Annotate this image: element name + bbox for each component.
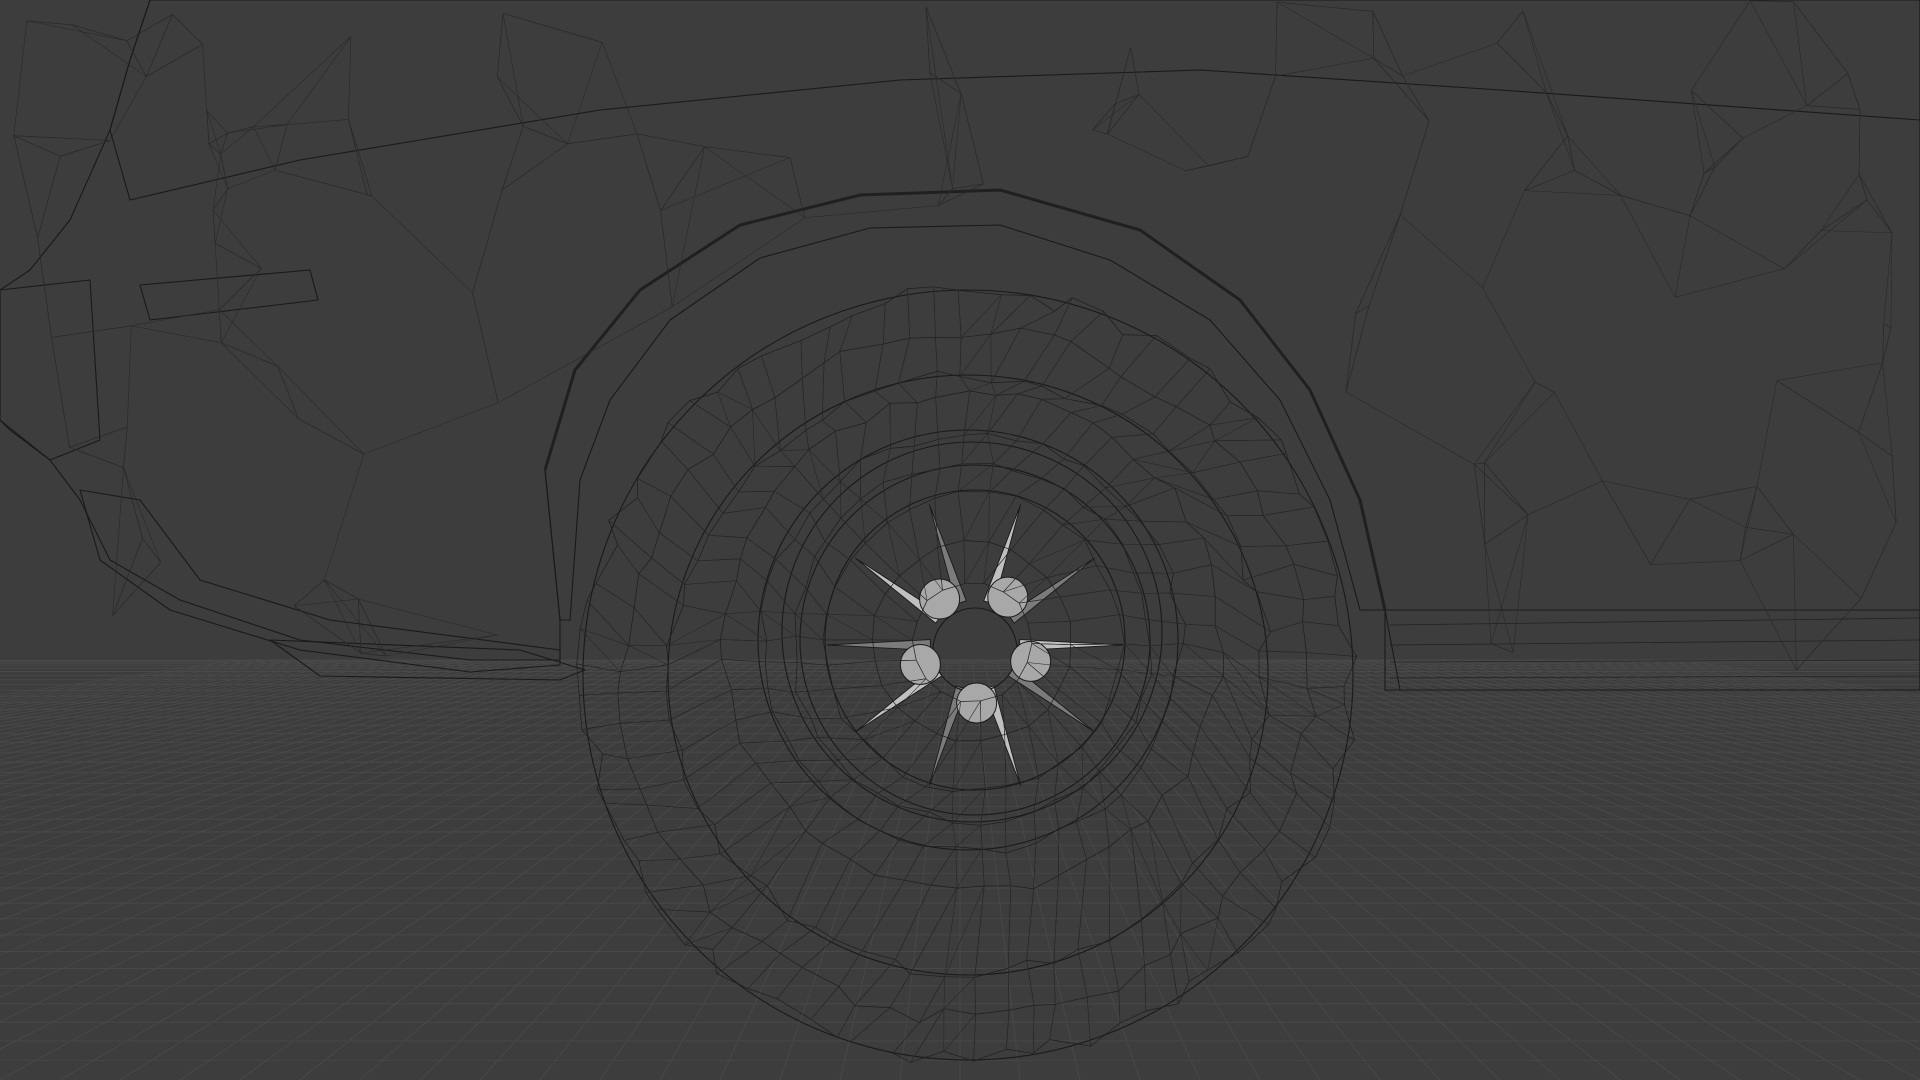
lug-nut: [987, 576, 1029, 618]
3d-viewport[interactable]: [0, 0, 1920, 1080]
lug-nut: [956, 682, 998, 724]
viewport-scene[interactable]: [0, 0, 1920, 1080]
lug-nut: [899, 643, 941, 685]
